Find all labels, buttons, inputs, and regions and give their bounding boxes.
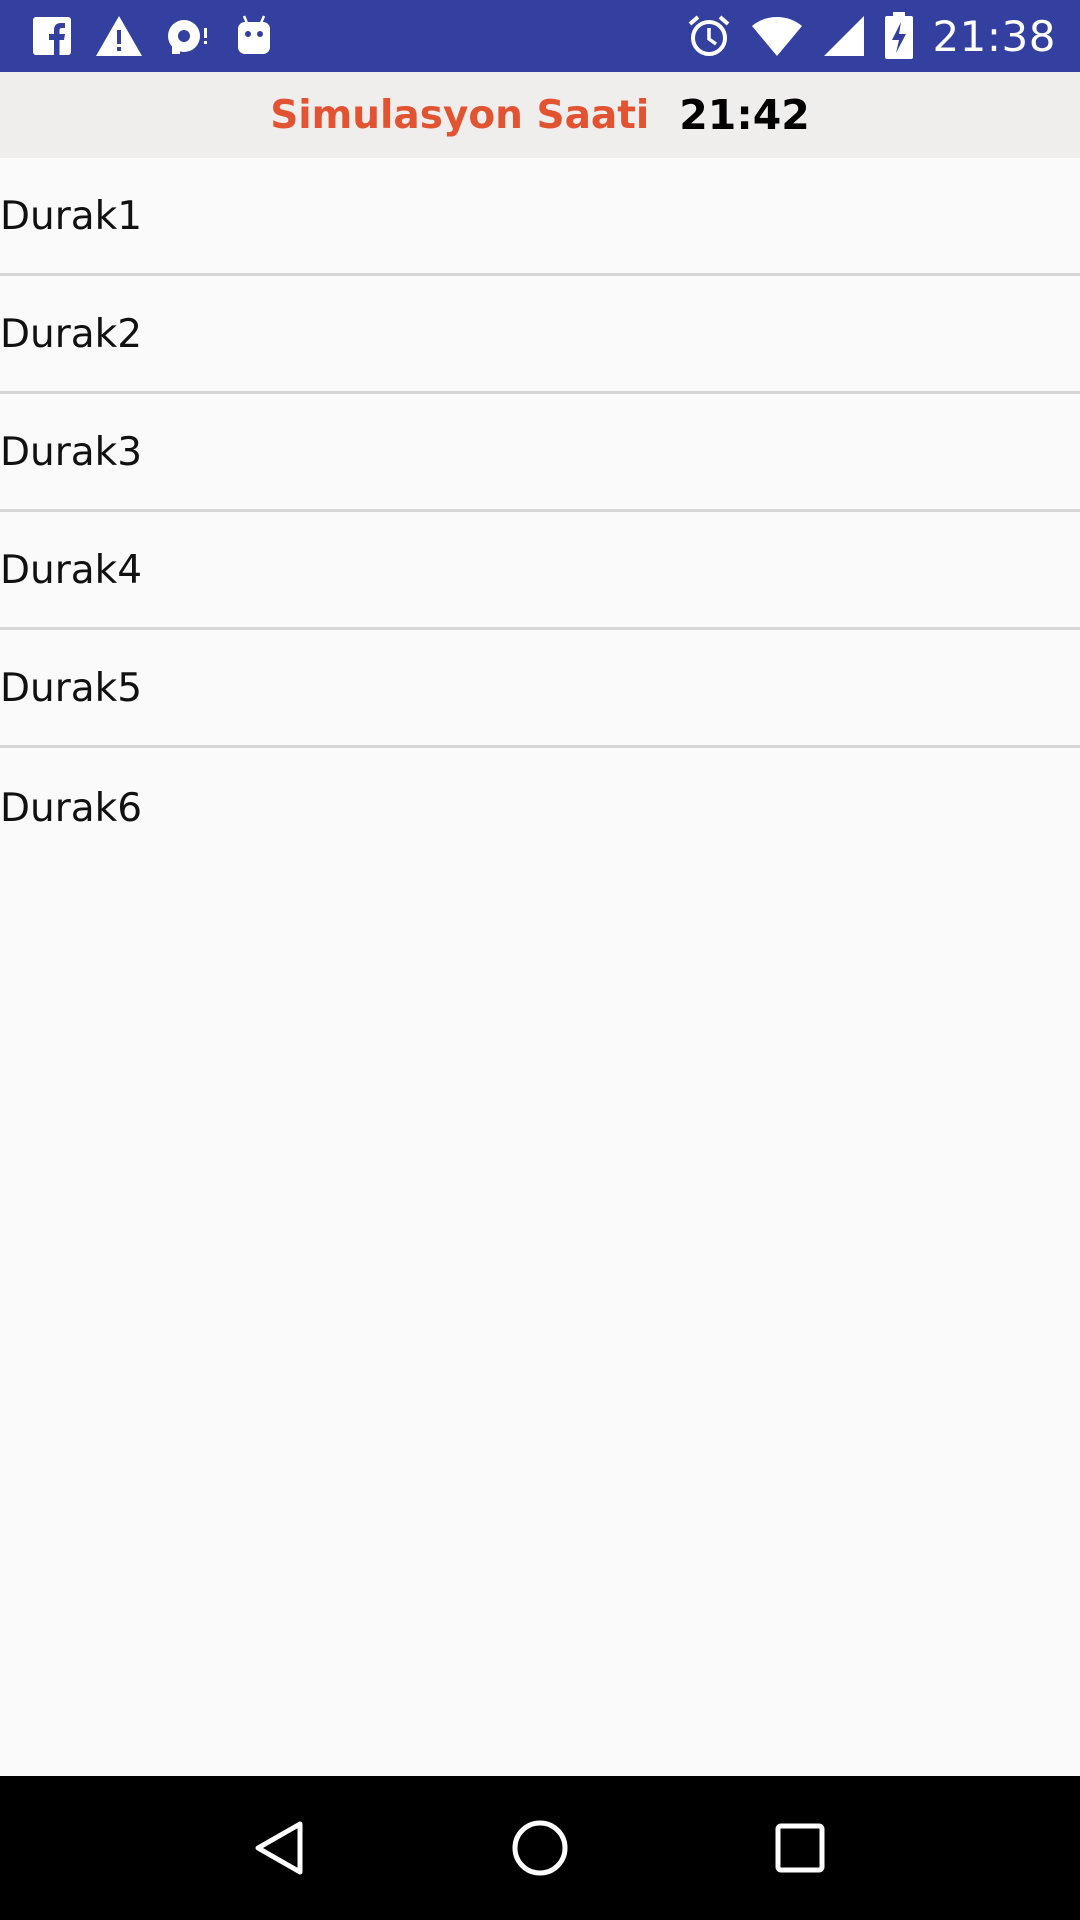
wifi-icon [750, 14, 804, 58]
list-item-label: Durak1 [0, 194, 143, 239]
signal-icon [822, 14, 866, 58]
battery-charging-icon [884, 12, 914, 60]
list-item[interactable]: Durak1 [0, 158, 1080, 276]
navigation-bar [0, 1776, 1080, 1920]
simulation-time-label: Simulasyon Saati [270, 92, 650, 138]
list-item[interactable]: Durak5 [0, 630, 1080, 748]
list-item-label: Durak3 [0, 430, 143, 475]
warning-icon [94, 14, 144, 58]
list-item-label: Durak2 [0, 312, 143, 357]
list-item[interactable]: Durak3 [0, 394, 1080, 512]
notification-icons [32, 14, 274, 58]
simulation-time-value: 21:42 [679, 91, 810, 139]
list-item-label: Durak4 [0, 548, 143, 593]
alarm-icon [686, 13, 732, 59]
recents-icon[interactable] [760, 1808, 840, 1888]
list-item[interactable]: Durak4 [0, 512, 1080, 630]
home-icon[interactable] [500, 1808, 580, 1888]
status-time: 21:38 [932, 11, 1056, 61]
back-icon[interactable] [240, 1808, 320, 1888]
android-icon [234, 14, 274, 58]
list-item-label: Durak6 [0, 785, 143, 831]
stop-list: Durak1 Durak2 Durak3 Durak4 Durak5 Durak… [0, 158, 1080, 866]
list-item-label: Durak5 [0, 666, 143, 711]
list-item[interactable]: Durak2 [0, 276, 1080, 394]
media-icon [166, 16, 212, 56]
facebook-icon [32, 16, 72, 56]
simulation-header: Simulasyon Saati 21:42 [0, 72, 1080, 158]
system-indicators: 21:38 [686, 12, 1056, 61]
status-bar: 21:38 [0, 0, 1080, 72]
list-item[interactable]: Durak6 [0, 748, 1080, 866]
